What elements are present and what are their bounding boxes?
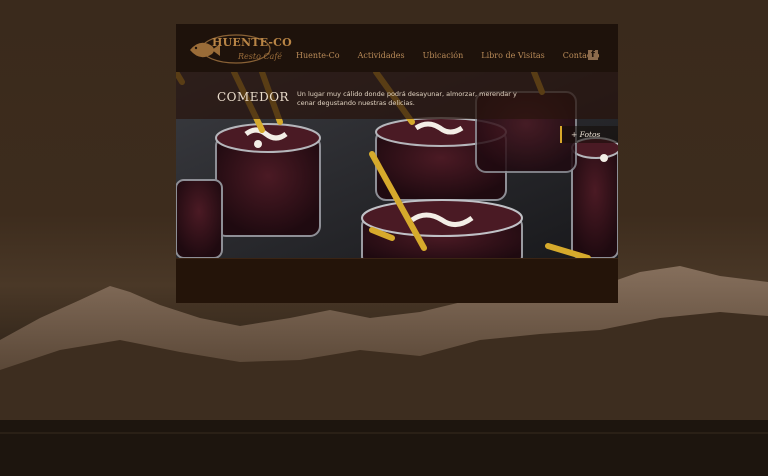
nav-item-ubicacion[interactable]: Ubicación [423, 51, 464, 65]
site-logo[interactable]: HUENTE-CO Resto Café [186, 30, 292, 68]
section-description: Un lugar muy cálido donde podrá desayuna… [297, 90, 517, 107]
main-nav: Huente-Co Actividades Ubicación Libro de… [296, 51, 599, 65]
fotos-label: + Fotos [571, 130, 601, 139]
facebook-icon[interactable]: f [588, 50, 598, 60]
footer-bar [176, 258, 618, 303]
fotos-button[interactable]: + Fotos [560, 126, 618, 143]
nav-item-huente-co[interactable]: Huente-Co [296, 51, 340, 65]
nav-item-libro-de-visitas[interactable]: Libro de Visitas [481, 51, 545, 65]
hero-image: COMEDOR Un lugar muy cálido donde podrá … [176, 72, 618, 258]
section-info-band: COMEDOR Un lugar muy cálido donde podrá … [176, 72, 618, 119]
site-container: HUENTE-CO Resto Café Huente-Co Actividad… [176, 24, 618, 303]
nav-item-actividades[interactable]: Actividades [358, 51, 405, 65]
logo-text: HUENTE-CO [212, 36, 292, 49]
logo-subtext: Resto Café [238, 52, 283, 61]
section-title: COMEDOR [217, 90, 290, 104]
site-header: HUENTE-CO Resto Café Huente-Co Actividad… [176, 24, 618, 72]
